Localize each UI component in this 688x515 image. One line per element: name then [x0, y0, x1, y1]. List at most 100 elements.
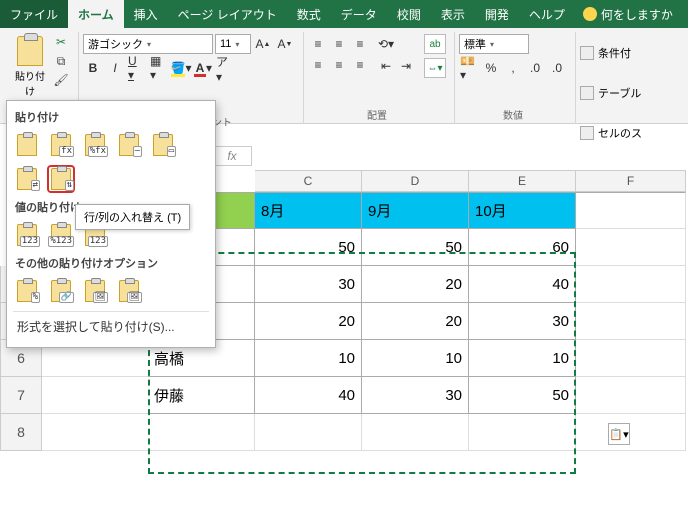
align-bottom-button[interactable]: ≡ [350, 34, 370, 54]
cell-d-0[interactable]: 50 [362, 229, 469, 266]
paste-option-all[interactable] [13, 131, 41, 159]
accounting-format-button[interactable]: 💴▾ [459, 58, 479, 78]
paste-option-formatting[interactable]: % [13, 277, 41, 305]
cell-d6[interactable]: 10 [362, 340, 469, 377]
paste-option-no-borders[interactable]: ▭ [149, 131, 177, 159]
underline-button[interactable]: U ▾ [127, 58, 147, 78]
paste-special-menu-item[interactable]: 形式を選択して貼り付け(S)... [13, 311, 209, 341]
paste-option-formulas[interactable]: fx [47, 131, 75, 159]
cell-e4[interactable]: 40 [469, 266, 576, 303]
tab-home[interactable]: ホーム [68, 0, 124, 28]
cell-styles-button[interactable]: セルのス [580, 114, 642, 151]
border-button[interactable]: ▦ ▾ [149, 58, 169, 78]
paste-option-linked-picture[interactable]: 🖼 [115, 277, 143, 305]
cell-e-month[interactable]: 10月 [469, 192, 576, 229]
group-styles: 条件付 テーブル セルのス [576, 32, 650, 124]
tab-developer[interactable]: 開発 [475, 0, 519, 28]
cell-c6[interactable]: 10 [255, 340, 362, 377]
font-color-button[interactable]: A▾ [193, 58, 213, 78]
merge-center-button[interactable]: ⇔▾ [424, 58, 446, 78]
phonetic-button[interactable]: ア ▾ [215, 58, 235, 78]
increase-decimal-button[interactable]: .0 [525, 58, 545, 78]
cell-e8[interactable] [469, 414, 576, 451]
paste-option-formulas-number-fmt[interactable]: %fx [81, 131, 109, 159]
col-header-e[interactable]: E [469, 170, 576, 192]
tab-view[interactable]: 表示 [431, 0, 475, 28]
cell-c4[interactable]: 30 [255, 266, 362, 303]
decrease-decimal-button[interactable]: .0 [547, 58, 567, 78]
cell-e7[interactable]: 50 [469, 377, 576, 414]
cell-b8[interactable] [148, 414, 255, 451]
font-name-combo[interactable]: 游ゴシック▾ [83, 34, 213, 54]
col-header-c[interactable]: C [255, 170, 362, 192]
tab-page-layout[interactable]: ページ レイアウト [168, 0, 287, 28]
align-middle-button[interactable]: ≡ [329, 34, 349, 54]
row-header-8[interactable]: 8 [0, 414, 42, 451]
align-top-button[interactable]: ≡ [308, 34, 328, 54]
cell-f-0[interactable] [576, 229, 686, 266]
paste-option-keep-col-width[interactable]: ⇄ [13, 165, 41, 193]
paste-option-paste-link[interactable]: 🔗 [47, 277, 75, 305]
tab-data[interactable]: データ [331, 0, 387, 28]
formula-bar-fx[interactable]: fx [212, 146, 252, 166]
conditional-formatting-button[interactable]: 条件付 [580, 34, 642, 71]
wrap-text-button[interactable]: ab [424, 34, 446, 54]
paste-option-picture[interactable]: 🖼 [81, 277, 109, 305]
bold-button[interactable]: B [83, 58, 103, 78]
align-right-button[interactable]: ≡ [350, 55, 370, 75]
paste-option-keep-source-fmt[interactable]: — [115, 131, 143, 159]
cell-d-month[interactable]: 9月 [362, 192, 469, 229]
tab-insert[interactable]: 挿入 [124, 0, 168, 28]
cell-e-0[interactable]: 60 [469, 229, 576, 266]
increase-indent-button[interactable]: ⇥ [396, 56, 416, 76]
row-header-7[interactable]: 7 [0, 377, 42, 414]
orientation-button[interactable]: ⟲▾ [376, 34, 396, 54]
paste-option-values[interactable]: 123 [13, 221, 41, 249]
cell-f6[interactable] [576, 340, 686, 377]
format-painter-button[interactable]: 🖌 [52, 72, 70, 88]
cell-e5[interactable]: 30 [469, 303, 576, 340]
paste-button[interactable]: 貼り付け ▼ [10, 34, 50, 109]
cell-c-month[interactable]: 8月 [255, 192, 362, 229]
increase-font-button[interactable]: A▲ [253, 34, 273, 54]
cell-e6[interactable]: 10 [469, 340, 576, 377]
cell-f8[interactable] [576, 414, 686, 451]
cell-f1[interactable] [576, 192, 686, 229]
fill-color-button[interactable]: 🪣▾ [171, 58, 191, 78]
cell-f7[interactable] [576, 377, 686, 414]
col-header-f[interactable]: F [576, 170, 686, 192]
align-center-button[interactable]: ≡ [329, 55, 349, 75]
format-as-table-button[interactable]: テーブル [580, 74, 642, 111]
tell-me[interactable]: 何をしますか [575, 0, 681, 28]
percent-format-button[interactable]: % [481, 58, 501, 78]
cell-d4[interactable]: 20 [362, 266, 469, 303]
font-size-combo[interactable]: 11▾ [215, 34, 251, 54]
paste-panel-heading-paste: 貼り付け [15, 109, 207, 125]
tab-formulas[interactable]: 数式 [287, 0, 331, 28]
tab-review[interactable]: 校閲 [387, 0, 431, 28]
align-left-button[interactable]: ≡ [308, 55, 328, 75]
cell-f5[interactable] [576, 303, 686, 340]
paste-option-transpose[interactable]: ⇅ [47, 165, 75, 193]
tab-file[interactable]: ファイル [0, 0, 68, 28]
comma-format-button[interactable]: , [503, 58, 523, 78]
cell-d8[interactable] [362, 414, 469, 451]
decrease-font-button[interactable]: A▼ [275, 34, 295, 54]
cell-c-0[interactable]: 50 [255, 229, 362, 266]
cell-d5[interactable]: 20 [362, 303, 469, 340]
cut-button[interactable]: ✂ [52, 34, 70, 50]
cell-d7[interactable]: 30 [362, 377, 469, 414]
cell-c7[interactable]: 40 [255, 377, 362, 414]
paste-options-smarttag[interactable]: 📋▾ [608, 423, 630, 445]
paste-option-values-number-fmt[interactable]: %123 [47, 221, 75, 249]
decrease-indent-button[interactable]: ⇤ [376, 56, 396, 76]
tab-help[interactable]: ヘルプ [519, 0, 575, 28]
col-header-d[interactable]: D [362, 170, 469, 192]
italic-button[interactable]: I [105, 58, 125, 78]
copy-button[interactable]: ⧉ [52, 53, 70, 69]
cell-b7[interactable]: 伊藤 [148, 377, 255, 414]
number-format-combo[interactable]: 標準▾ [459, 34, 529, 54]
cell-c5[interactable]: 20 [255, 303, 362, 340]
cell-f4[interactable] [576, 266, 686, 303]
cell-c8[interactable] [255, 414, 362, 451]
